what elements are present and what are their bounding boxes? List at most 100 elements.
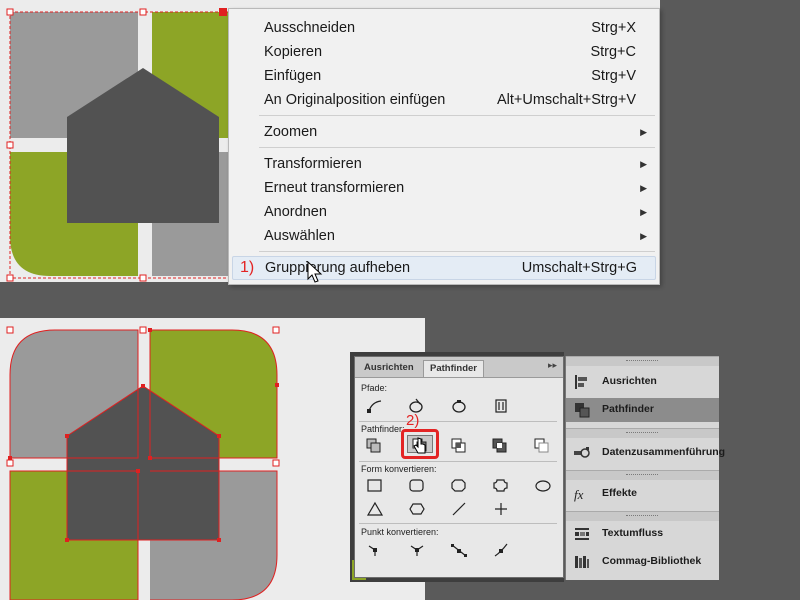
dock-grip[interactable] — [566, 470, 719, 480]
convert-rounded-rectangle-icon[interactable] — [407, 478, 427, 494]
menu-item-label: Gruppierung aufheben — [265, 260, 411, 276]
minus-back-icon[interactable] — [532, 437, 552, 453]
selection-handle — [6, 141, 14, 149]
menu-item-label: Einfügen — [264, 68, 322, 84]
panel-dock[interactable]: Ausrichten Pathfinder Datenzusammenführu… — [565, 356, 725, 580]
fx-icon: fx — [574, 487, 584, 502]
menu-separator — [259, 251, 655, 252]
convert-inverse-rounded-icon[interactable] — [491, 478, 511, 494]
close-path-icon[interactable] — [449, 398, 469, 414]
section-divider — [359, 523, 557, 524]
convert-bevel-rectangle-icon[interactable] — [449, 478, 469, 494]
dock-item-label: Datenzusammenführung — [602, 446, 726, 458]
menu-separator — [259, 147, 655, 148]
panel-tab-bar: Ausrichten Pathfinder ▸▸ — [355, 357, 563, 378]
join-path-icon[interactable] — [365, 398, 385, 414]
submenu-arrow-icon: ▶ — [640, 159, 647, 169]
menu-item-shortcut: Alt+Umschalt+Strg+V — [496, 92, 636, 108]
menu-item-shortcut: Strg+V — [591, 68, 636, 84]
dock-item-ausrichten[interactable]: Ausrichten — [566, 370, 719, 394]
section-label-pfade: Pfade: — [361, 383, 388, 393]
menu-item-label: Transformieren — [264, 156, 362, 172]
dock-item-commag-bibliothek[interactable]: Commag-Bibliothek — [566, 550, 719, 574]
tab-ausrichten[interactable]: Ausrichten — [358, 360, 420, 376]
menu-item-label: Anordnen — [264, 204, 327, 220]
smooth-point-icon[interactable] — [449, 542, 469, 558]
library-icon — [575, 556, 589, 568]
menu-item-zoomen[interactable]: Zoomen ▶ — [229, 121, 657, 143]
symmetrical-point-icon[interactable] — [491, 542, 511, 558]
step-marker-1: 1) — [240, 259, 255, 276]
intersect-shapes-icon[interactable] — [449, 437, 469, 453]
data-merge-icon — [574, 447, 590, 458]
convert-polygon-icon[interactable] — [407, 501, 427, 517]
menu-separator — [259, 115, 655, 116]
dock-item-effekte[interactable]: fx Effekte — [566, 482, 719, 506]
dock-grip[interactable] — [566, 428, 719, 438]
section-divider — [359, 421, 557, 422]
convert-rectangle-icon[interactable] — [365, 478, 385, 494]
menu-item-anordnen[interactable]: Anordnen ▶ — [229, 201, 657, 223]
menu-item-kopieren[interactable]: Kopieren Strg+C — [229, 41, 657, 63]
section-label-form-konvertieren: Form konvertieren: — [361, 464, 437, 474]
reverse-path-icon[interactable] — [491, 398, 511, 414]
dock-item-label: Effekte — [602, 487, 638, 499]
selection-handle — [139, 8, 147, 16]
section-divider — [359, 461, 557, 462]
plain-point-icon[interactable] — [365, 542, 385, 558]
convert-line-icon[interactable] — [449, 501, 469, 517]
menu-item-label: Ausschneiden — [264, 20, 356, 36]
menu-item-auswaehlen[interactable]: Auswählen ▶ — [229, 225, 657, 247]
selection-handle — [139, 274, 147, 282]
hand-cursor-icon — [413, 437, 426, 454]
dock-grip[interactable] — [566, 511, 719, 521]
convert-triangle-icon[interactable] — [365, 501, 385, 517]
dock-grip[interactable] — [566, 356, 719, 366]
menu-item-shortcut: Umschalt+Strg+G — [521, 260, 637, 276]
menu-item-gruppierung-aufheben[interactable]: 1) Gruppierung aufheben Umschalt+Strg+G — [232, 256, 656, 280]
menu-item-erneut-transformieren[interactable]: Erneut transformieren ▶ — [229, 177, 657, 199]
selection-handle — [6, 8, 14, 16]
submenu-arrow-icon: ▶ — [640, 207, 647, 217]
dock-item-label: Ausrichten — [602, 375, 657, 387]
submenu-arrow-icon: ▶ — [640, 183, 647, 193]
svg-text:fx: fx — [574, 487, 584, 502]
menu-item-transformieren[interactable]: Transformieren ▶ — [229, 153, 657, 175]
submenu-arrow-icon: ▶ — [640, 127, 647, 137]
menu-item-ausschneiden[interactable]: Ausschneiden Strg+X — [229, 17, 657, 39]
menu-item-label: Kopieren — [264, 44, 323, 60]
selection-handle — [6, 274, 14, 282]
dock-item-textumfluss[interactable]: Textumfluss — [566, 522, 719, 546]
text-wrap-icon — [575, 528, 589, 540]
menu-item-shortcut: Strg+X — [591, 20, 636, 36]
mouse-cursor-icon — [307, 261, 323, 283]
menu-item-label: Auswählen — [264, 228, 335, 244]
exclude-overlap-icon[interactable] — [490, 437, 510, 453]
add-shapes-icon[interactable] — [364, 437, 384, 453]
convert-ellipse-icon[interactable] — [533, 478, 553, 494]
section-label-punkt-konvertieren: Punkt konvertieren: — [361, 527, 439, 537]
step-marker-2: 2) — [406, 412, 420, 429]
corner-point-icon[interactable] — [407, 542, 427, 558]
dock-item-label: Commag-Bibliothek — [602, 555, 702, 567]
context-menu[interactable]: Ausschneiden Strg+X Kopieren Strg+C Einf… — [228, 8, 660, 285]
dock-item-label: Textumfluss — [602, 527, 664, 539]
menu-item-label: Erneut transformieren — [264, 180, 405, 196]
dock-item-label: Pathfinder — [602, 403, 654, 415]
align-icon — [575, 375, 587, 389]
menu-item-label: Zoomen — [264, 124, 318, 140]
tab-pathfinder[interactable]: Pathfinder — [423, 360, 484, 377]
convert-orthogonal-line-icon[interactable] — [491, 501, 511, 517]
submenu-arrow-icon: ▶ — [640, 231, 647, 241]
pathfinder-icon — [575, 403, 590, 418]
panel-collapse-icon[interactable]: ▸▸ — [548, 360, 557, 371]
dock-item-pathfinder[interactable]: Pathfinder — [566, 398, 719, 422]
menu-item-einfuegen[interactable]: Einfügen Strg+V — [229, 65, 657, 87]
menu-item-shortcut: Strg+C — [590, 44, 636, 60]
selection-handle — [219, 8, 227, 16]
section-label-pathfinder: Pathfinder: — [361, 424, 405, 434]
menu-item-an-originalposition-einfuegen[interactable]: An Originalposition einfügen Alt+Umschal… — [229, 89, 657, 111]
dock-item-datenzusammenfuehrung[interactable]: Datenzusammenführung — [566, 441, 725, 465]
pathfinder-panel[interactable]: Ausrichten Pathfinder ▸▸ Pfade: Pathfind… — [354, 356, 564, 578]
menu-item-label: An Originalposition einfügen — [264, 92, 446, 108]
